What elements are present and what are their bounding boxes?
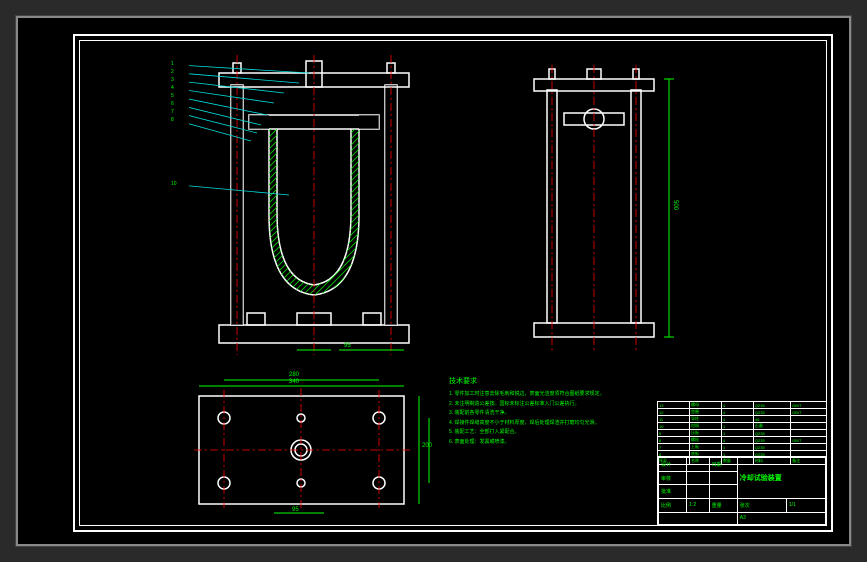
table-row: 13螺母4Q235GB/T	[658, 402, 827, 409]
leader-6: 6	[171, 101, 174, 107]
tb-drawing-number: A3	[737, 512, 825, 524]
leader-4: 4	[171, 85, 174, 91]
technical-requirements: 技术要求 1. 零件加工时注意去除毛刺和锐边，表面光洁度须符合图纸要求规定。 2…	[449, 377, 639, 449]
front-view: 1 2 3 4 5 6 7 8 10 95	[189, 55, 439, 355]
top-view: 280 340 200 95	[194, 378, 419, 506]
dim-plan-height: 200	[422, 443, 432, 449]
tb-checked-label: 审核	[659, 471, 687, 485]
dim-plan-bolt: 95	[292, 507, 299, 513]
tech-note-3: 3. 装配前各零件清洗干净。	[449, 410, 639, 418]
table-row: 12垫圈4Q235GB/T	[658, 409, 827, 416]
dim-plan-inner: 280	[289, 372, 299, 378]
front-view-svg	[189, 55, 439, 355]
tb-sheet-value: 1/1	[786, 499, 825, 513]
tb-sheet-label: 张次	[737, 499, 786, 513]
dim-plan-width: 340	[289, 379, 299, 385]
side-view: 500	[519, 65, 679, 355]
dim-height: 500	[672, 200, 678, 210]
leader-7: 7	[171, 109, 174, 115]
tech-note-1: 1. 零件加工时注意去除毛刺和锐边，表面光洁度须符合图纸要求规定。	[449, 391, 639, 399]
leader-3: 3	[171, 77, 174, 83]
drawing-title: 冷却试验装置	[737, 458, 825, 499]
table-row: 7上板1Q235	[658, 444, 827, 451]
tb-scale-value: 1:2	[687, 499, 709, 513]
title-block: 设计 日期 冷却试验装置 审核 批准 比例 1:2 重量 张次	[657, 456, 827, 526]
tb-date-label: 日期	[709, 458, 737, 472]
table-row: 10坩埚1石墨	[658, 423, 827, 430]
tech-note-5: 5. 装配工艺：全部打入紧配合。	[449, 429, 639, 437]
leader-8: 8	[171, 117, 174, 123]
table-row: 9压板1Q235	[658, 430, 827, 437]
parts-list: 13螺母4Q235GB/T12垫圈4Q235GB/T11导柱44510坩埚1石墨…	[657, 401, 827, 456]
leader-5: 5	[171, 93, 174, 99]
tech-note-2: 2. 未注明制造公差按。国标未标注公差标准入门公差执行。	[449, 401, 639, 409]
drawing-area: 1 2 3 4 5 6 7 8 10 95	[79, 40, 827, 526]
leader-2: 2	[171, 69, 174, 75]
cad-viewport: 1 2 3 4 5 6 7 8 10 95	[16, 16, 851, 546]
table-row: 11导柱445	[658, 416, 827, 423]
tech-note-6: 6. 表面处理：发黑或喷漆。	[449, 439, 639, 447]
side-view-svg	[519, 65, 679, 355]
leader-10: 10	[171, 181, 177, 187]
tech-notes-heading: 技术要求	[449, 377, 639, 388]
tb-approved-label: 批准	[659, 485, 687, 499]
dim-bolt-span: 95	[344, 343, 351, 349]
tb-weight-label: 重量	[709, 499, 737, 513]
table-row: 8螺栓4Q235GB/T	[658, 437, 827, 444]
top-view-svg	[194, 378, 454, 518]
leader-1: 1	[171, 61, 174, 67]
tech-note-4: 4. 焊接件焊缝高度不小于材料厚度，焊后处理焊渣并打磨均匀光滑。	[449, 420, 639, 428]
tb-designed-label: 设计	[659, 458, 687, 472]
tb-scale-label: 比例	[659, 499, 687, 513]
